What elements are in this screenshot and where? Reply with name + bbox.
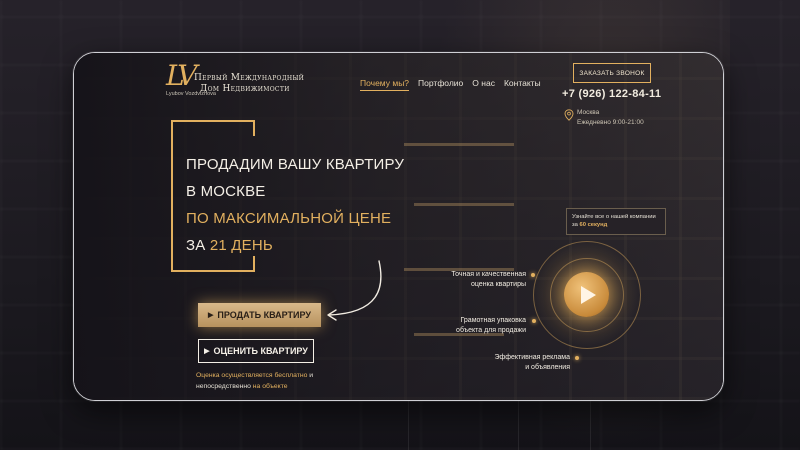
feature-packaging: Грамотная упаковка объекта для продажи — [426, 316, 526, 336]
play-icon — [581, 285, 596, 304]
headline-line4-highlight: 21 день — [209, 237, 273, 254]
headline-line4: за 21 день — [186, 232, 446, 259]
company-name-line2: Дом Недвижимости — [200, 84, 290, 94]
background-line — [408, 400, 409, 450]
tooltip-highlight: 60 секунд — [579, 222, 608, 228]
company-name-line1: Первый Международный — [194, 73, 305, 83]
play-triangle-icon: ▶ — [208, 311, 214, 319]
nav-item-why-us[interactable]: Почему мы? — [360, 78, 410, 91]
location-pin-icon — [564, 109, 574, 121]
company-name: Первый Международный Дом Недвижимости — [194, 73, 354, 95]
nav-item-portfolio[interactable]: Портфолио — [418, 78, 463, 91]
headline-line4-prefix: за — [186, 237, 206, 254]
feature-line: оценка квартиры — [470, 281, 526, 288]
feature-line: и объявления — [525, 364, 570, 371]
background-line — [590, 400, 591, 450]
play-triangle-icon: ▶ — [204, 347, 210, 355]
landing-card: LV Lyubov Vozdvizhova Первый Международн… — [73, 52, 724, 401]
feature-line: Эффективная реклама — [494, 354, 570, 361]
city: Москва — [577, 109, 600, 116]
background-line — [518, 400, 519, 450]
headline-frame-corner — [253, 120, 255, 136]
feature-line: Точная и качественная — [451, 271, 526, 278]
tooltip-line1: Узнайте все о нашей компании — [572, 214, 656, 220]
sell-apartment-button[interactable]: ▶ ПРОДАТЬ КВАРТИРУ — [198, 303, 321, 327]
headline-line3: по максимальной цене — [186, 210, 392, 227]
note-part1: Оценка осуществляется — [196, 372, 273, 379]
nav-item-about[interactable]: О нас — [472, 78, 495, 91]
note-part2: бесплатно — [274, 372, 308, 379]
balcony-edge — [404, 143, 514, 146]
feature-accurate-valuation: Точная и качественная оценка квартиры — [426, 270, 526, 290]
feature-dot — [575, 356, 579, 360]
note-part5: на объекте — [252, 383, 288, 390]
evaluate-apartment-button[interactable]: ▶ ОЦЕНИТЬ КВАРТИРУ — [198, 339, 314, 363]
feature-dot — [531, 273, 535, 277]
nav-item-contacts[interactable]: Контакты — [504, 78, 541, 91]
feature-line: Грамотная упаковка — [460, 317, 526, 324]
sell-apartment-label: ПРОДАТЬ КВАРТИРУ — [217, 310, 311, 320]
request-call-button[interactable]: Заказать звонок — [573, 63, 651, 83]
main-nav: Почему мы? Портфолио О нас Контакты — [360, 78, 541, 91]
hero-headline: Продадим вашу квартиру в Москве по макси… — [186, 151, 446, 259]
feature-advertising: Эффективная реклама и объявления — [470, 353, 570, 373]
feature-dot — [532, 319, 536, 323]
evaluate-apartment-label: ОЦЕНИТЬ КВАРТИРУ — [213, 346, 308, 356]
tooltip-prefix: за — [572, 222, 578, 228]
evaluation-note: Оценка осуществляется бесплатно и непоср… — [196, 370, 346, 392]
play-video-button[interactable] — [564, 272, 609, 317]
headline-line1: Продадим вашу квартиру — [186, 156, 405, 173]
phone-number[interactable]: +7 (926) 122-84-11 — [562, 88, 661, 100]
note-part3: и — [309, 372, 314, 379]
feature-line: объекта для продажи — [456, 327, 526, 334]
working-hours: Ежедневно 9:00-21:00 — [577, 119, 644, 126]
tooltip-line2: за 60 секунд — [572, 221, 660, 229]
video-tooltip: Узнайте все о нашей компании за 60 секун… — [566, 208, 666, 235]
note-part4: непосредственно — [196, 383, 251, 390]
headline-line2: в Москве — [186, 183, 266, 200]
curved-arrow-icon — [327, 260, 382, 321]
